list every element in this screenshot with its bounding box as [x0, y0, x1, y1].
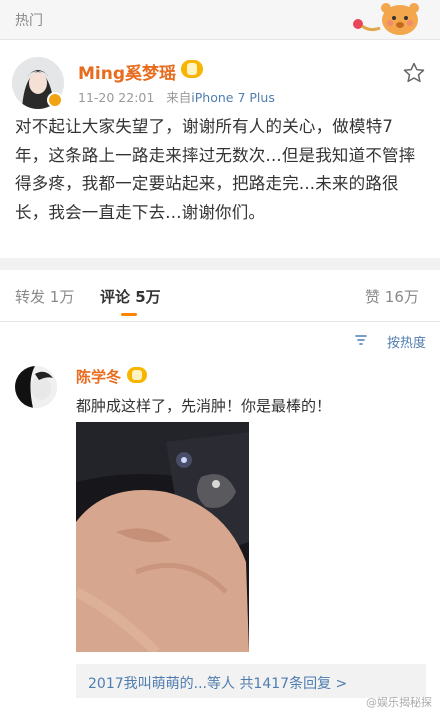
weibo-post: Ming奚梦瑶 11-20 22:01 来自iPhone 7 Plus 对不起让…	[0, 41, 440, 258]
active-tab-indicator	[121, 313, 137, 316]
post-meta: 11-20 22:01 来自iPhone 7 Plus	[78, 87, 275, 106]
sort-bar: 按热度	[0, 322, 440, 352]
watermark: @娱乐揭秘探	[366, 696, 432, 709]
comment-vip-badge-icon	[127, 367, 147, 383]
replies-count-link[interactable]: 共1417条回复 >	[239, 676, 347, 692]
sort-icon	[355, 335, 367, 345]
comment-text: 都肿成这样了，先消肿！你是最棒的！	[76, 397, 332, 415]
tab-comments[interactable]: 评论 5万	[100, 286, 161, 307]
comment-item: 陈学冬 都肿成这样了，先消肿！你是最棒的！ 2017我叫萌萌的...等人 共14…	[0, 352, 440, 712]
favorite-star-icon[interactable]	[402, 61, 426, 85]
replies-names[interactable]: 2017我叫萌萌的...等人	[88, 676, 235, 692]
post-text: 对不起让大家失望了，谢谢所有人的关心，做模特7年，这条路上一路走来摔过无数次..…	[15, 117, 416, 222]
comment-photo[interactable]	[76, 422, 249, 652]
top-bar: 热门	[0, 0, 440, 40]
post-source-prefix: 来自	[166, 90, 192, 105]
post-device[interactable]: iPhone 7 Plus	[191, 90, 275, 105]
comment-avatar[interactable]	[15, 366, 57, 408]
verified-badge-icon	[47, 92, 63, 108]
post-date: 11-20 22:01	[78, 90, 155, 105]
tab-likes[interactable]: 赞 16万	[365, 286, 419, 307]
mascot-sticker-icon	[353, 3, 419, 35]
sort-by-hot-button[interactable]: 按热度	[387, 332, 426, 351]
section-title: 热门	[15, 13, 43, 29]
comment-author[interactable]: 陈学冬	[76, 366, 121, 387]
post-author[interactable]: Ming奚梦瑶	[78, 59, 176, 84]
vip-badge-icon	[181, 60, 203, 78]
tab-repost[interactable]: 转发 1万	[15, 286, 74, 307]
post-stats-tabs: 转发 1万 评论 5万 赞 16万	[0, 270, 440, 322]
section-divider	[0, 258, 440, 270]
replies-summary[interactable]: 2017我叫萌萌的...等人 共1417条回复 >	[76, 664, 426, 698]
